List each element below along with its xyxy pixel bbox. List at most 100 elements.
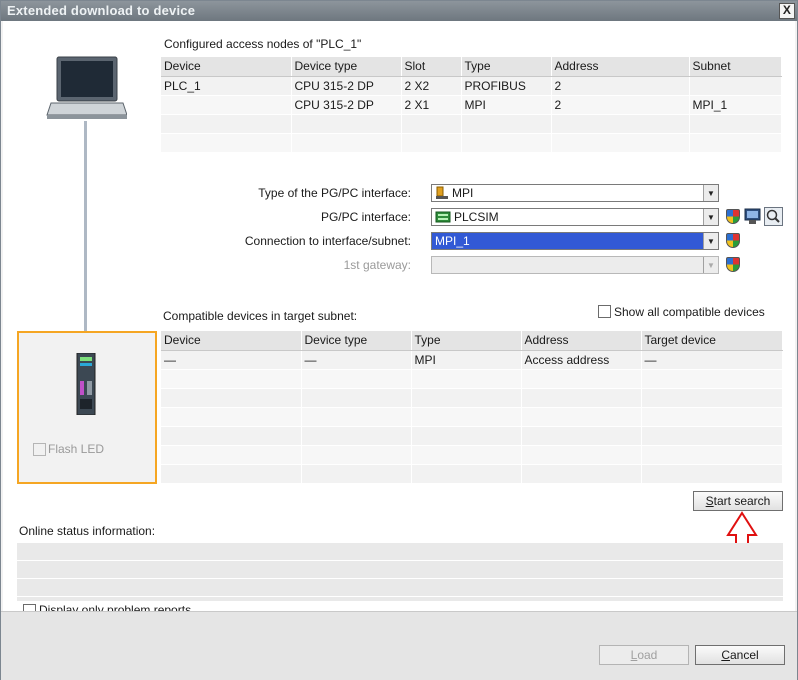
start-search-button[interactable]: Start search <box>693 491 783 511</box>
pgpc-type-select[interactable]: MPI ▼ <box>431 184 719 202</box>
pgpc-type-label: Type of the PG/PC interface: <box>258 186 411 200</box>
table-row[interactable]: CPU 315-2 DP 2 X1 MPI 2 MPI_1 <box>161 95 782 115</box>
table-cell: MPI_1 <box>689 95 782 115</box>
table-cell <box>411 407 522 427</box>
table-cell: CPU 315-2 DP <box>291 76 402 96</box>
compat-column-header[interactable]: Device <box>161 331 302 351</box>
shield-icon <box>726 233 740 248</box>
table-cell <box>461 114 552 134</box>
table-cell <box>641 464 783 484</box>
table-cell <box>411 445 522 465</box>
table-cell <box>461 133 552 153</box>
table-row[interactable]: PLC_1 CPU 315-2 DP 2 X2 PROFIBUS 2 <box>161 76 782 96</box>
table-row[interactable] <box>161 445 783 465</box>
table-cell <box>411 464 522 484</box>
properties-icon[interactable] <box>744 208 761 225</box>
dialog-content: Flash LED Configured access nodes of "PL… <box>3 21 795 679</box>
mpi-icon <box>436 186 448 199</box>
window-title: Extended download to device <box>7 3 196 18</box>
table-row[interactable]: — — MPI Access address — <box>161 350 783 370</box>
table-cell <box>161 95 292 115</box>
compat-column-header[interactable]: Device type <box>301 331 412 351</box>
shield-icon <box>726 209 740 224</box>
table-cell <box>521 445 642 465</box>
connection-select[interactable]: MPI_1 ▼ <box>431 232 719 250</box>
table-cell <box>411 426 522 446</box>
table-cell <box>521 426 642 446</box>
table-row[interactable] <box>161 407 783 427</box>
table-cell: — <box>641 350 783 370</box>
close-icon[interactable]: X <box>779 3 795 19</box>
access-column-header[interactable]: Type <box>461 57 552 77</box>
table-cell <box>641 445 783 465</box>
table-cell: — <box>161 350 302 370</box>
table-cell: PLC_1 <box>161 76 292 96</box>
table-cell: 2 X1 <box>401 95 462 115</box>
table-cell <box>291 114 402 134</box>
table-cell <box>161 445 302 465</box>
table-cell <box>301 464 412 484</box>
table-row[interactable] <box>161 133 782 153</box>
table-cell <box>401 133 462 153</box>
table-cell <box>411 369 522 389</box>
connection-line <box>84 121 87 357</box>
cancel-button[interactable]: Cancel <box>695 645 785 665</box>
table-cell <box>521 464 642 484</box>
pgpc-interface-label: PG/PC interface: <box>320 210 411 224</box>
plcsim-icon <box>435 211 451 223</box>
table-cell <box>521 388 642 408</box>
shield-icon <box>726 257 740 272</box>
connection-label: Connection to interface/subnet: <box>244 234 411 248</box>
table-cell <box>161 426 302 446</box>
table-row[interactable] <box>161 388 783 408</box>
access-nodes-heading: Configured access nodes of "PLC_1" <box>164 37 362 51</box>
table-cell <box>161 407 302 427</box>
table-cell <box>689 76 782 96</box>
table-cell <box>521 369 642 389</box>
flash-led-checkbox[interactable] <box>33 443 46 456</box>
gateway-select[interactable]: ▼ <box>431 256 719 274</box>
table-cell <box>301 407 412 427</box>
access-column-header[interactable]: Slot <box>401 57 462 77</box>
dialog-footer: Load Cancel <box>1 611 797 680</box>
table-cell <box>161 388 302 408</box>
table-row[interactable] <box>161 369 783 389</box>
gateway-label: 1st gateway: <box>343 258 411 272</box>
table-cell: PROFIBUS <box>461 76 552 96</box>
table-row[interactable] <box>161 464 783 484</box>
access-column-header[interactable]: Device type <box>291 57 402 77</box>
table-cell <box>411 388 522 408</box>
online-status-heading: Online status information: <box>19 524 156 538</box>
access-column-header[interactable]: Subnet <box>689 57 782 77</box>
table-cell <box>689 133 782 153</box>
access-column-header[interactable]: Address <box>551 57 690 77</box>
table-cell <box>161 464 302 484</box>
compat-column-header[interactable]: Address <box>521 331 642 351</box>
table-cell <box>291 133 402 153</box>
title-bar: Extended download to device X <box>1 1 797 21</box>
table-row[interactable] <box>161 426 783 446</box>
extended-download-dialog: Extended download to device X Flash LED <box>0 0 798 680</box>
table-cell <box>689 114 782 134</box>
compatible-heading: Compatible devices in target subnet: <box>163 309 358 323</box>
chevron-down-icon[interactable]: ▼ <box>703 257 718 273</box>
table-cell <box>161 369 302 389</box>
load-button[interactable]: Load <box>599 645 689 665</box>
compat-column-header[interactable]: Target device <box>641 331 783 351</box>
chevron-down-icon[interactable]: ▼ <box>703 209 718 225</box>
table-cell: MPI <box>411 350 522 370</box>
diagnostics-icon[interactable] <box>764 207 783 226</box>
pgpc-interface-select[interactable]: PLCSIM ▼ <box>431 208 719 226</box>
table-cell: — <box>301 350 412 370</box>
laptop-icon <box>46 56 127 119</box>
table-cell <box>301 369 412 389</box>
compat-column-header[interactable]: Type <box>411 331 522 351</box>
table-cell <box>161 133 292 153</box>
table-cell <box>301 426 412 446</box>
table-row[interactable] <box>161 114 782 134</box>
plc-device-icon <box>76 353 96 415</box>
show-all-checkbox[interactable] <box>598 305 611 318</box>
access-column-header[interactable]: Device <box>161 57 292 77</box>
chevron-down-icon[interactable]: ▼ <box>703 233 718 249</box>
chevron-down-icon[interactable]: ▼ <box>703 185 718 201</box>
